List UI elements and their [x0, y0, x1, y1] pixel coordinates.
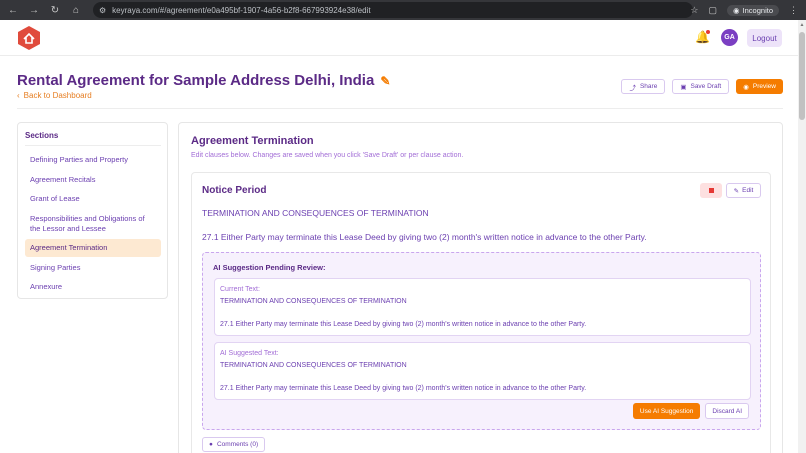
sidebar-item-grant-of-lease[interactable]: Grant of Lease — [25, 190, 161, 208]
incognito-badge[interactable]: ◉ Incognito — [727, 4, 779, 16]
comment-icon: ● — [209, 441, 213, 448]
back-arrow-icon[interactable]: ← — [8, 5, 18, 16]
notification-dot — [706, 30, 710, 34]
save-icon: ▣ — [680, 83, 687, 91]
current-text-card: Current Text: TERMINATION AND CONSEQUENC… — [214, 278, 751, 336]
forward-arrow-icon[interactable]: → — [29, 5, 39, 16]
current-text-body: 27.1 Either Party may terminate this Lea… — [220, 321, 587, 328]
home-icon[interactable]: ⌂ — [71, 5, 81, 16]
sidebar-item-agreement-termination[interactable]: Agreement Termination — [25, 239, 161, 257]
preview-button[interactable]: ◉ Preview — [736, 79, 783, 94]
sidebar-heading: Sections — [25, 131, 59, 140]
sidebar-divider — [25, 145, 161, 146]
sidebar-item-signing-parties[interactable]: Signing Parties — [25, 259, 161, 277]
notification-bell-icon[interactable]: 🔔 — [695, 30, 710, 44]
logout-button[interactable]: Logout — [747, 29, 782, 47]
back-link-label: Back to Dashboard — [23, 91, 92, 100]
avatar[interactable]: GA — [721, 29, 738, 46]
app-header: 🔔 GA Logout — [0, 20, 806, 56]
page-title: Rental Agreement for Sample Address Delh… — [17, 72, 375, 89]
comments-label: Comments (0) — [216, 441, 259, 448]
use-ai-suggestion-button[interactable]: Use AI Suggestion — [632, 403, 701, 419]
ai-suggestion-title: AI Suggestion Pending Review: — [213, 263, 326, 272]
section-subtitle: Edit clauses below. Changes are saved wh… — [191, 152, 464, 159]
sidebar-item-defining-parties[interactable]: Defining Parties and Property — [25, 151, 161, 169]
clause-card: Notice Period ✎ Edit TERMINATION AND CON… — [191, 172, 771, 453]
clause-heading-text: TERMINATION AND CONSEQUENCES OF TERMINAT… — [202, 208, 429, 218]
current-text-heading: TERMINATION AND CONSEQUENCES OF TERMINAT… — [220, 298, 407, 305]
sidebar-item-agreement-recitals[interactable]: Agreement Recitals — [25, 171, 161, 189]
section-title: Agreement Termination — [191, 135, 314, 147]
extensions-icon[interactable]: ▢ — [708, 5, 717, 16]
page-title-row: Rental Agreement for Sample Address Delh… — [17, 72, 390, 89]
sections-list: Defining Parties and Property Agreement … — [25, 151, 161, 298]
edit-icon: ✎ — [733, 187, 740, 195]
incognito-icon: ◉ — [733, 5, 740, 15]
site-info-icon[interactable]: ⚙ — [99, 6, 106, 15]
eye-icon: ◉ — [743, 83, 749, 91]
app-logo[interactable] — [18, 26, 40, 50]
stop-icon — [708, 188, 714, 193]
ai-actions: Use AI Suggestion Discard AI — [632, 403, 749, 419]
chevron-left-icon: ‹ — [17, 91, 20, 100]
ai-suggestion-panel: AI Suggestion Pending Review: Current Te… — [202, 252, 761, 430]
edit-clause-button[interactable]: ✎ Edit — [726, 183, 761, 198]
page-scrollbar[interactable]: ▲ — [798, 20, 806, 453]
preview-label: Preview — [752, 83, 776, 90]
sections-sidebar: Sections Defining Parties and Property A… — [17, 122, 168, 299]
incognito-label: Incognito — [742, 5, 773, 15]
scroll-up-icon[interactable]: ▲ — [799, 22, 805, 28]
page-actions: ⤴ Share ▣ Save Draft ◉ Preview — [621, 79, 783, 94]
url-text: keyraya.com/#/agreement/e0a495bf-1907-4a… — [112, 5, 371, 15]
suggested-text-card: AI Suggested Text: TERMINATION AND CONSE… — [214, 342, 751, 400]
reload-icon[interactable]: ↻ — [50, 5, 60, 16]
header-divider — [17, 108, 783, 109]
discard-ai-button[interactable]: Discard AI — [705, 403, 749, 419]
share-button[interactable]: ⤴ Share — [621, 79, 666, 94]
comments-button[interactable]: ● Comments (0) — [202, 437, 266, 452]
edit-label: Edit — [742, 187, 754, 194]
menu-icon[interactable]: ⋮ — [789, 5, 798, 16]
suggested-text-label: AI Suggested Text: — [220, 350, 279, 357]
suggested-text-body: 27.1 Either Party may terminate this Lea… — [220, 385, 587, 392]
clause-body-text: 27.1 Either Party may terminate this Lea… — [202, 232, 647, 242]
back-to-dashboard-link[interactable]: ‹ Back to Dashboard — [17, 91, 92, 100]
bookmark-star-icon[interactable]: ☆ — [690, 5, 698, 16]
sidebar-item-responsibilities[interactable]: Responsibilities and Obligations of the … — [25, 210, 161, 238]
clause-title: Notice Period — [202, 185, 267, 196]
suggested-text-heading: TERMINATION AND CONSEQUENCES OF TERMINAT… — [220, 362, 407, 369]
save-draft-label: Save Draft — [690, 83, 722, 90]
share-icon: ⤴ — [629, 84, 636, 92]
scrollbar-thumb[interactable] — [799, 32, 805, 120]
edit-title-icon[interactable]: ✎ — [380, 74, 390, 88]
browser-toolbar: ← → ↻ ⌂ ⚙ keyraya.com/#/agreement/e0a495… — [0, 0, 806, 20]
share-label: Share — [639, 83, 658, 90]
address-bar[interactable]: ⚙ keyraya.com/#/agreement/e0a495bf-1907-… — [93, 2, 693, 18]
current-text-label: Current Text: — [220, 286, 260, 293]
sidebar-item-annexure[interactable]: Annexure — [25, 278, 161, 296]
stop-button[interactable] — [700, 183, 722, 198]
save-draft-button[interactable]: ▣ Save Draft — [672, 79, 730, 94]
